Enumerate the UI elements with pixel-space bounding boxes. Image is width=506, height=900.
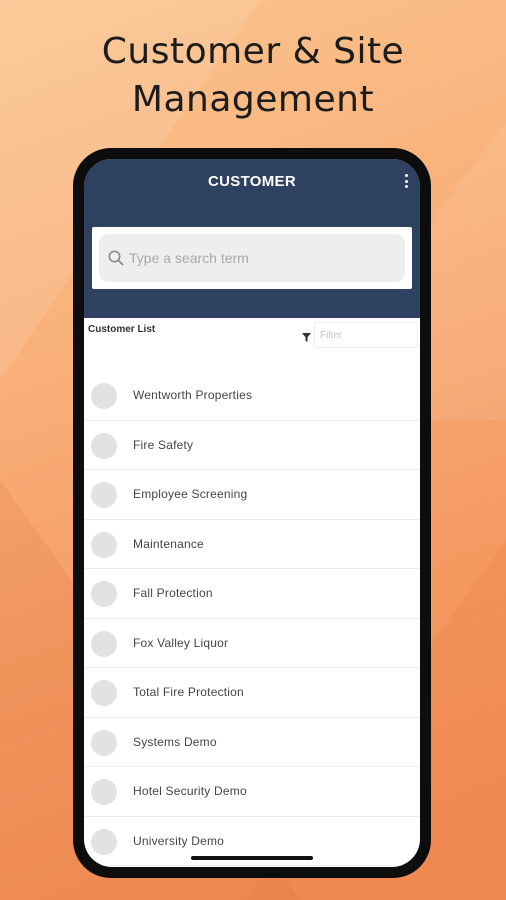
avatar [91,432,117,459]
avatar [91,680,117,706]
search-icon [108,250,124,266]
app-screen: CUSTOMER Customer List [84,159,420,867]
search-card [92,227,412,289]
list-item[interactable]: Hotel Security Demo [84,767,420,817]
list-item[interactable]: Systems Demo [84,718,420,767]
avatar [91,779,117,805]
avatar [91,729,117,756]
list-item[interactable]: Fox Valley Liquor [84,619,420,668]
customer-name: Fox Valley Liquor [133,635,229,650]
promo-headline-line2: Management [131,79,375,120]
avatar [91,828,117,855]
promo-headline: Customer & Site Management [0,28,506,124]
customer-list: Wentworth Properties Fire Safety Employe… [84,371,420,866]
customer-name: University Demo [133,833,225,848]
customer-list-title: Customer List [88,324,156,335]
page-title: CUSTOMER [208,173,296,190]
list-item[interactable]: Fall Protection [84,569,420,619]
customer-name: Maintenance [133,536,204,551]
app-bar: CUSTOMER [84,159,420,318]
customer-name: Wentworth Properties [133,388,253,402]
customer-name: Hotel Security Demo [133,784,247,798]
more-vert-icon[interactable] [402,173,410,189]
list-item[interactable]: Total Fire Protection [84,668,420,718]
customer-name: Systems Demo [133,734,217,749]
search-bar[interactable] [99,234,405,282]
avatar [91,482,117,508]
customer-name: Employee Screening [133,487,248,501]
avatar [91,383,117,409]
phone-frame: CUSTOMER Customer List [73,148,431,878]
customer-name: Fire Safety [133,437,194,452]
search-input[interactable] [129,234,389,282]
customer-name: Fall Protection [133,586,213,600]
avatar [91,630,117,657]
customer-list-header: Customer List [84,318,420,366]
list-item[interactable]: Employee Screening [84,470,420,520]
list-item[interactable]: Wentworth Properties [84,371,420,421]
customer-name: Total Fire Protection [133,685,244,699]
funnel-icon [302,333,311,342]
promo-headline-line1: Customer & Site [101,31,405,72]
avatar [91,531,117,558]
list-item[interactable]: Maintenance [84,520,420,569]
filter-input[interactable] [314,322,418,348]
avatar [91,581,117,607]
home-indicator [191,856,313,860]
list-item[interactable]: Fire Safety [84,421,420,470]
